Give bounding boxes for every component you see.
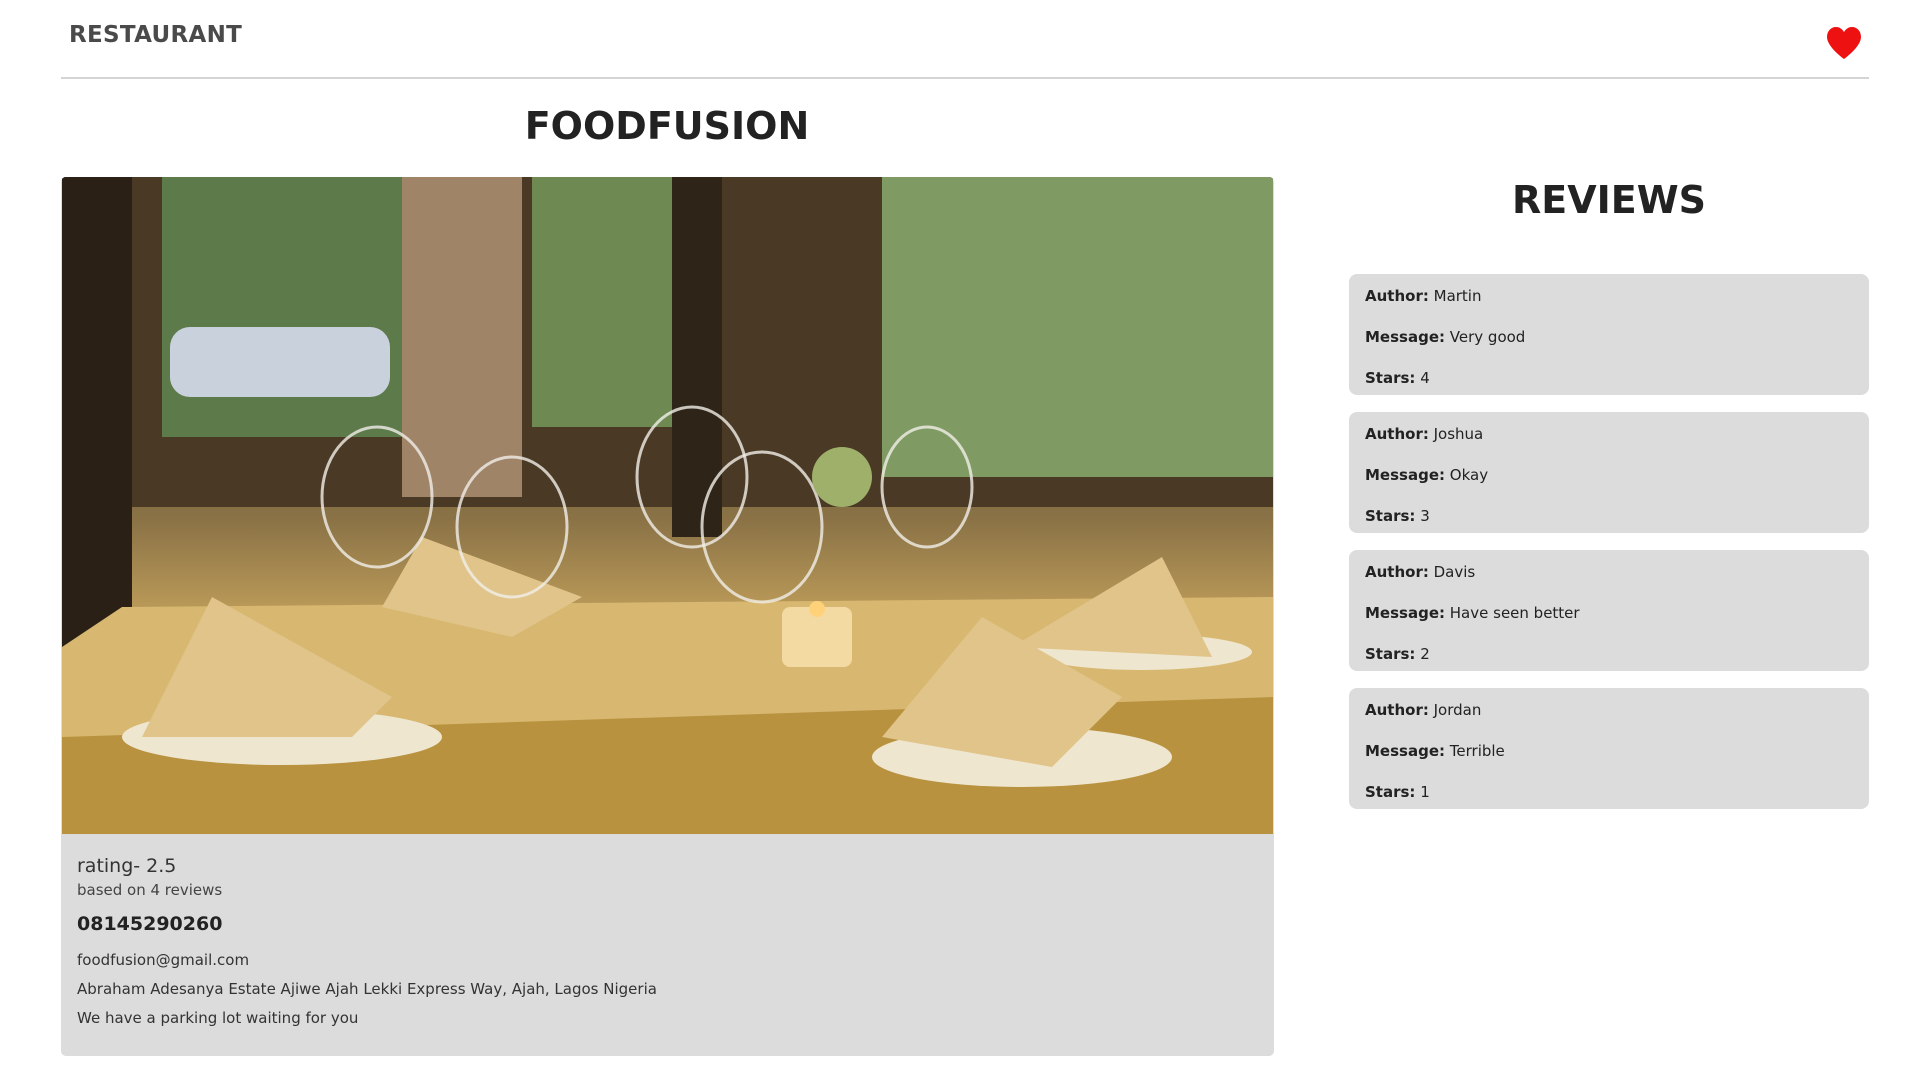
message-value: Okay <box>1449 466 1489 484</box>
stars-label: Stars: <box>1365 645 1416 663</box>
stars-value: 1 <box>1420 783 1430 801</box>
review-author: Author: Davis <box>1365 563 1853 604</box>
review-message: Message: Okay <box>1365 466 1853 507</box>
navbar: RESTAURANT <box>61 0 1869 79</box>
message-value: Very good <box>1449 328 1526 346</box>
author-label: Author: <box>1365 563 1429 581</box>
email-address: foodfusion@gmail.com <box>77 951 250 969</box>
review-card: Author: Jordan Message: Terrible Stars: … <box>1349 688 1869 809</box>
stars-label: Stars: <box>1365 369 1416 387</box>
author-label: Author: <box>1365 425 1429 443</box>
review-card: Author: Davis Message: Have seen better … <box>1349 550 1869 671</box>
review-stars: Stars: 3 <box>1365 507 1853 548</box>
review-message: Message: Have seen better <box>1365 604 1853 645</box>
author-value: Davis <box>1433 563 1476 581</box>
author-value: Jordan <box>1433 701 1482 719</box>
stars-value: 3 <box>1420 507 1430 525</box>
message-label: Message: <box>1365 604 1445 622</box>
restaurant-info: rating- 2.5 based on 4 reviews 081452902… <box>77 855 657 1027</box>
restaurant-photo <box>62 177 1273 834</box>
stars-label: Stars: <box>1365 507 1416 525</box>
review-author: Author: Jordan <box>1365 701 1853 742</box>
stars-value: 4 <box>1420 369 1430 387</box>
restaurant-card: rating- 2.5 based on 4 reviews 081452902… <box>61 177 1274 1056</box>
review-card: Author: Joshua Message: Okay Stars: 3 <box>1349 412 1869 533</box>
message-label: Message: <box>1365 742 1445 760</box>
review-stars: Stars: 4 <box>1365 369 1853 410</box>
author-label: Author: <box>1365 701 1429 719</box>
message-value: Terrible <box>1449 742 1505 760</box>
brand-title[interactable]: RESTAURANT <box>69 22 242 48</box>
review-stars: Stars: 1 <box>1365 783 1853 824</box>
review-message: Message: Terrible <box>1365 742 1853 783</box>
restaurant-name: FOODFUSION <box>524 104 810 148</box>
message-label: Message: <box>1365 328 1445 346</box>
phone-number: 08145290260 <box>77 913 223 935</box>
author-value: Joshua <box>1433 425 1484 443</box>
message-value: Have seen better <box>1449 604 1580 622</box>
review-author: Author: Joshua <box>1365 425 1853 466</box>
review-message: Message: Very good <box>1365 328 1853 369</box>
reviews-title: REVIEWS <box>1511 178 1706 222</box>
review-author: Author: Martin <box>1365 287 1853 328</box>
heart-icon[interactable] <box>1825 26 1863 60</box>
stars-value: 2 <box>1420 645 1430 663</box>
address: Abraham Adesanya Estate Ajiwe Ajah Lekki… <box>77 980 657 998</box>
stars-label: Stars: <box>1365 783 1416 801</box>
parking-note: We have a parking lot waiting for you <box>77 1009 359 1027</box>
rating-text: rating- 2.5 <box>77 855 177 877</box>
author-label: Author: <box>1365 287 1429 305</box>
message-label: Message: <box>1365 466 1445 484</box>
review-stars: Stars: 2 <box>1365 645 1853 686</box>
author-value: Martin <box>1433 287 1482 305</box>
review-count: based on 4 reviews <box>77 881 223 899</box>
review-card: Author: Martin Message: Very good Stars:… <box>1349 274 1869 395</box>
